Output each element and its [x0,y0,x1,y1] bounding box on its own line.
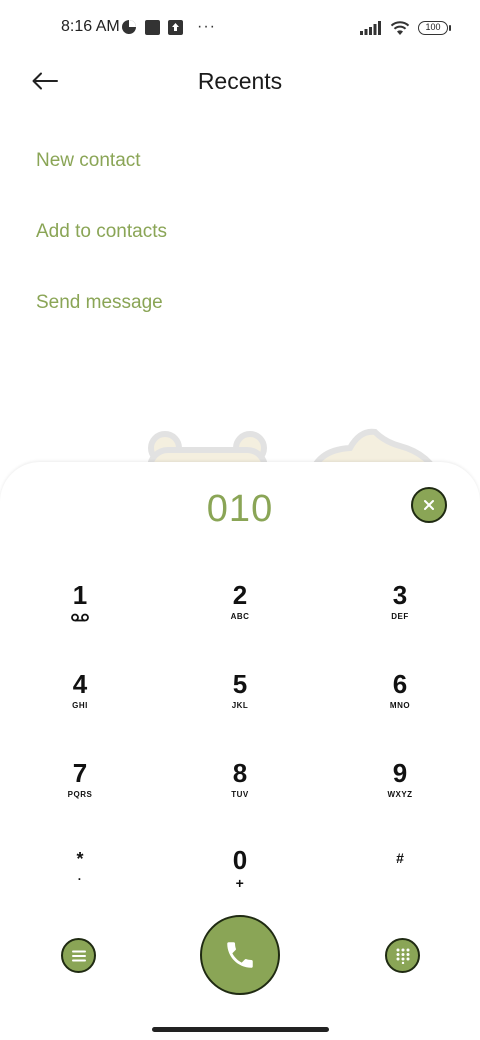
voicemail-icon [71,613,89,622]
key-9[interactable]: 9 WXYZ [355,758,445,828]
key-letters: JKL [231,701,249,710]
key-digit: 8 [232,758,248,788]
header: Recents [0,56,480,106]
key-star[interactable]: * · [35,848,125,918]
key-digit: 1 [72,580,88,610]
key-1[interactable]: 1 [35,580,125,650]
battery-icon: 100 [418,21,451,35]
menu-button[interactable] [61,938,96,973]
key-letters: PQRS [67,790,93,799]
wifi-icon [390,21,410,35]
more-dots-icon: ··· [197,18,216,35]
key-letters: TUV [231,790,249,799]
page-title: Recents [197,68,283,94]
new-contact-action[interactable]: New contact [36,150,141,172]
key-digit: # [396,850,404,866]
dialpad-grid-icon [396,948,409,964]
menu-icon [71,950,86,961]
key-8[interactable]: 8 TUV [195,758,285,828]
clear-button[interactable] [411,487,447,523]
upload-notification-icon [168,19,183,35]
key-letters: GHI [72,701,88,710]
key-letters: WXYZ [387,790,413,799]
add-to-contacts-action[interactable]: Add to contacts [36,221,167,243]
key-0[interactable]: 0 + [195,845,285,915]
close-icon [424,500,434,510]
system-icons: 100 [360,18,451,38]
key-letters: ABC [230,612,250,621]
key-5[interactable]: 5 JKL [195,669,285,739]
key-digit: 7 [72,758,88,788]
phone-icon [227,942,253,968]
key-letters: + [235,875,245,891]
call-button[interactable] [200,915,280,995]
key-digit: 2 [232,580,248,610]
key-letters: MNO [389,701,411,710]
key-digit: 0 [232,845,248,875]
dialed-number: 010 [206,488,274,530]
key-3[interactable]: 3 DEF [355,580,445,650]
key-letters: · [77,872,83,886]
key-7[interactable]: 7 PQRS [35,758,125,828]
key-letters: DEF [391,612,409,621]
home-indicator[interactable] [152,1027,329,1032]
key-digit: 5 [232,669,248,699]
key-4[interactable]: 4 GHI [35,669,125,739]
key-digit: 3 [392,580,408,610]
key-2[interactable]: 2 ABC [195,580,285,650]
square-notification-icon [145,19,160,35]
dialpad-toggle-button[interactable] [385,938,420,973]
key-digit: 9 [392,758,408,788]
status-time: 8:16 AM [61,18,120,35]
key-digit: 4 [72,669,88,699]
key-digit: 6 [392,669,408,699]
status-bar: 8:16 AM ··· 100 [0,0,480,56]
notification-icons: ··· [121,18,216,36]
key-hash[interactable]: # [355,848,445,918]
key-6[interactable]: 6 MNO [355,669,445,739]
send-message-action[interactable]: Send message [36,292,163,314]
key-digit: * [76,849,84,869]
data-saver-icon [122,20,136,34]
signal-icon [360,21,381,35]
